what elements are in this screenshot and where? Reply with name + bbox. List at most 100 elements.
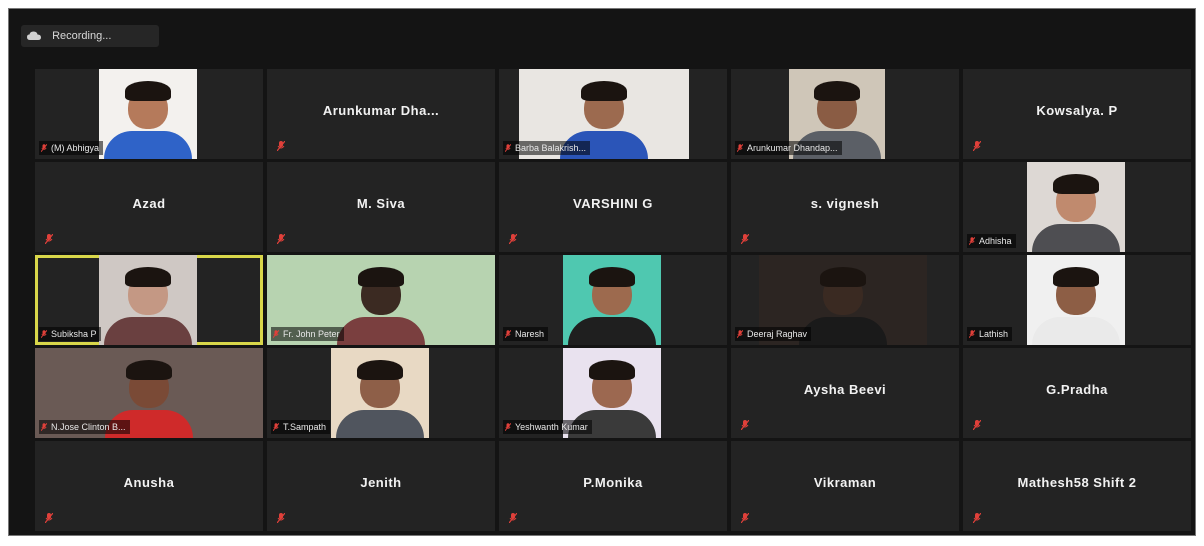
participant-tile[interactable]: Aysha Beevi	[731, 348, 959, 438]
participant-name: Mathesh58 Shift 2	[1017, 475, 1137, 490]
muted-mic-icon	[741, 513, 749, 523]
muted-mic-icon	[505, 330, 511, 338]
participant-tile[interactable]: T.Sampath	[267, 348, 495, 438]
participant-tile[interactable]: s. vignesh	[731, 162, 959, 252]
muted-mic-icon	[969, 237, 975, 245]
muted-mic-icon	[277, 141, 285, 151]
muted-mic-icon	[973, 420, 981, 430]
muted-mic-icon	[737, 330, 743, 338]
participant-tile[interactable]: Fr. John Peter	[267, 255, 495, 345]
participant-video	[331, 348, 429, 438]
participant-name-label: Naresh	[503, 327, 549, 341]
muted-mic-icon	[973, 141, 981, 151]
muted-mic-icon	[505, 144, 511, 152]
participant-name-label: Subiksha P	[39, 327, 101, 341]
participant-name: Lathish	[979, 329, 1009, 339]
participant-name: Kowsalya. P	[1036, 103, 1118, 118]
participant-tile[interactable]: Arunkumar Dha...	[267, 69, 495, 159]
participant-name: Anusha	[123, 475, 175, 490]
meeting-gallery-view: Recording... (M) Abhigya Arunkumar Dha..…	[8, 8, 1196, 536]
participant-name: Naresh	[515, 329, 545, 339]
muted-mic-icon	[45, 234, 53, 244]
muted-mic-icon	[45, 513, 53, 523]
participant-tile[interactable]: Subiksha P	[35, 255, 263, 345]
participant-name: Arunkumar Dhandap...	[747, 143, 838, 153]
participant-tile[interactable]: Mathesh58 Shift 2	[963, 441, 1191, 531]
muted-mic-icon	[41, 423, 47, 431]
participant-name: G.Pradha	[1046, 382, 1108, 397]
participant-name: Fr. John Peter	[283, 329, 340, 339]
participant-name: Jenith	[360, 475, 402, 490]
participant-name: Subiksha P	[51, 329, 97, 339]
person-silhouette	[104, 81, 192, 159]
participant-name: Aysha Beevi	[803, 382, 887, 397]
participant-video	[563, 255, 661, 345]
participant-name-label: N.Jose Clinton B...	[39, 420, 130, 434]
person-silhouette	[568, 267, 656, 345]
participant-name-label: Fr. John Peter	[271, 327, 344, 341]
cloud-record-icon	[27, 31, 41, 41]
recording-label: Recording...	[52, 30, 112, 42]
muted-mic-icon	[509, 513, 517, 523]
muted-mic-icon	[273, 423, 279, 431]
participant-tile[interactable]: VARSHINI G	[499, 162, 727, 252]
participant-video	[99, 255, 197, 345]
participant-name: VARSHINI G	[573, 196, 653, 211]
participant-tile[interactable]: Barba Balakrish...	[499, 69, 727, 159]
participant-video	[99, 69, 197, 159]
participant-name-label: Yeshwanth Kumar	[503, 420, 592, 434]
participant-name: Barba Balakrish...	[515, 143, 587, 153]
participant-tile[interactable]: N.Jose Clinton B...	[35, 348, 263, 438]
participant-tile[interactable]: Arunkumar Dhandap...	[731, 69, 959, 159]
muted-mic-icon	[509, 234, 517, 244]
participant-tile[interactable]: Jenith	[267, 441, 495, 531]
participant-tile[interactable]: Deeraj Raghav	[731, 255, 959, 345]
muted-mic-icon	[505, 423, 511, 431]
participant-name: P.Monika	[583, 475, 643, 490]
muted-mic-icon	[741, 420, 749, 430]
muted-mic-icon	[273, 330, 279, 338]
recording-indicator[interactable]: Recording...	[21, 25, 159, 47]
person-silhouette	[799, 267, 887, 345]
muted-mic-icon	[277, 513, 285, 523]
participant-name: T.Sampath	[283, 422, 327, 432]
participant-tile[interactable]: M. Siva	[267, 162, 495, 252]
muted-mic-icon	[741, 234, 749, 244]
participant-name: Vikraman	[813, 475, 877, 490]
participant-tile[interactable]: Adhisha	[963, 162, 1191, 252]
participant-name: Adhisha	[979, 236, 1012, 246]
participant-tile[interactable]: (M) Abhigya	[35, 69, 263, 159]
participant-name-label: Barba Balakrish...	[503, 141, 591, 155]
participant-tile[interactable]: Lathish	[963, 255, 1191, 345]
participant-name: Azad	[132, 196, 166, 211]
participant-tile[interactable]: Azad	[35, 162, 263, 252]
muted-mic-icon	[737, 144, 743, 152]
muted-mic-icon	[969, 330, 975, 338]
muted-mic-icon	[277, 234, 285, 244]
participant-name: M. Siva	[356, 196, 406, 211]
muted-mic-icon	[973, 513, 981, 523]
muted-mic-icon	[41, 330, 47, 338]
participant-tile[interactable]: Kowsalya. P	[963, 69, 1191, 159]
participant-tile[interactable]: Yeshwanth Kumar	[499, 348, 727, 438]
person-silhouette	[1032, 174, 1120, 252]
participant-name: Arunkumar Dha...	[322, 103, 440, 118]
participant-name-label: T.Sampath	[271, 420, 331, 434]
participant-tile[interactable]: Anusha	[35, 441, 263, 531]
person-silhouette	[337, 267, 425, 345]
participant-name-label: Deeraj Raghav	[735, 327, 812, 341]
muted-mic-icon	[41, 144, 47, 152]
person-silhouette	[336, 360, 424, 438]
participant-video	[1027, 255, 1125, 345]
participant-tile[interactable]: Vikraman	[731, 441, 959, 531]
person-silhouette	[1032, 267, 1120, 345]
participant-tile[interactable]: P.Monika	[499, 441, 727, 531]
participant-tile[interactable]: Naresh	[499, 255, 727, 345]
participant-tile[interactable]: G.Pradha	[963, 348, 1191, 438]
participant-name-label: Adhisha	[967, 234, 1016, 248]
person-silhouette	[104, 267, 192, 345]
participant-name-label: Arunkumar Dhandap...	[735, 141, 842, 155]
participant-video	[1027, 162, 1125, 252]
participant-name: s. vignesh	[810, 196, 880, 211]
participant-name-label: Lathish	[967, 327, 1013, 341]
